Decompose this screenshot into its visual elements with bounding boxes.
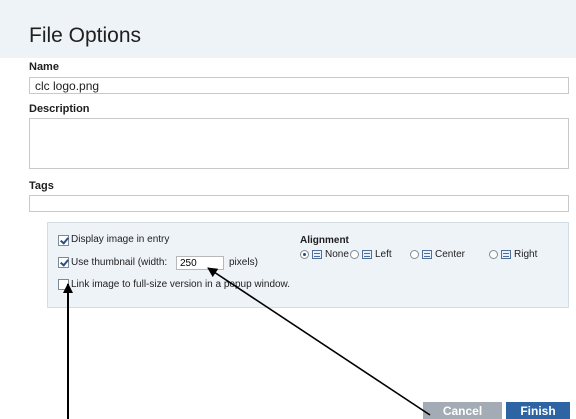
arrow-to-width-input — [207, 267, 431, 416]
annotation-arrows — [63, 267, 431, 419]
